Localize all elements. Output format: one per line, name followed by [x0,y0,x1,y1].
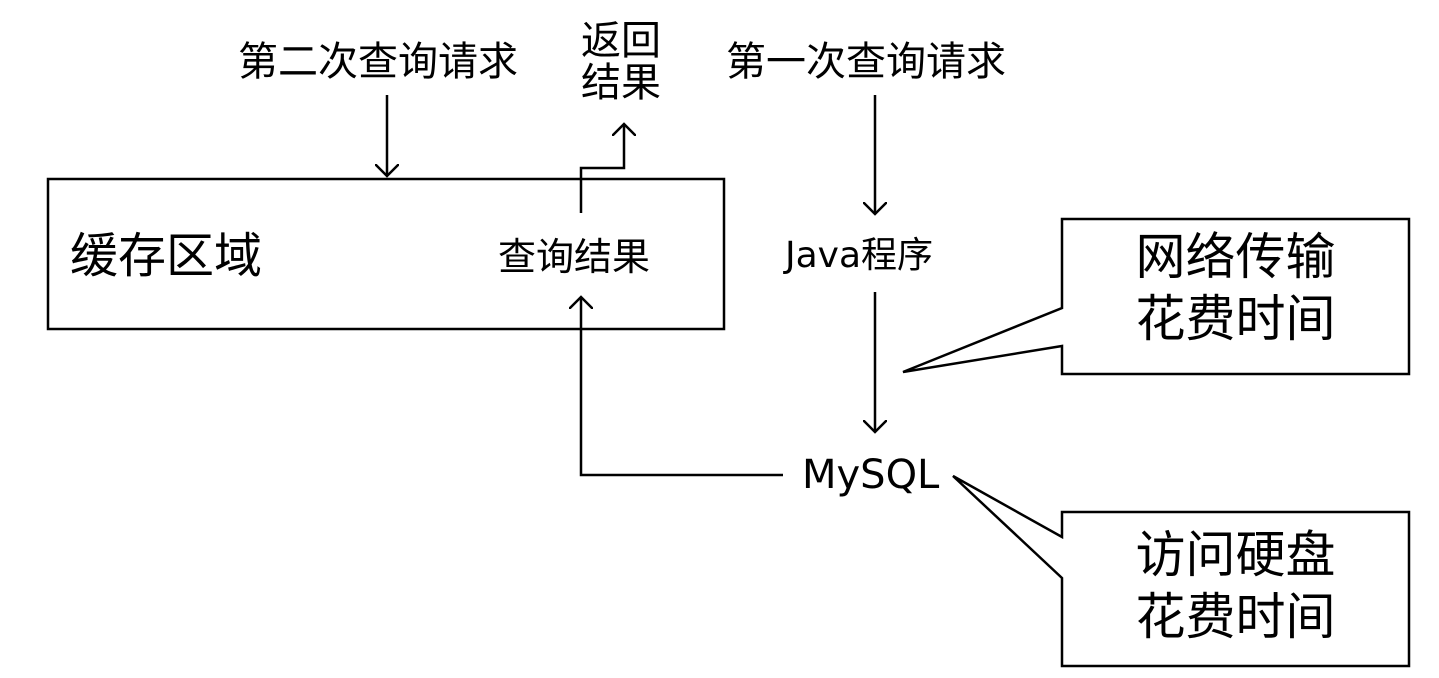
java-program-label: Java程序 [785,235,934,276]
second-query-label: 第二次查询请求 [238,39,518,85]
mysql-to-cache-arrow [581,297,783,477]
return-result-arrow [579,124,624,213]
disk-callout-line-1: 访问硬盘 [1135,526,1336,584]
return-result-line-1: 返回 [581,18,661,64]
first-query-label: 第一次查询请求 [726,39,1006,85]
network-callout-line-1: 网络传输 [1135,228,1336,286]
network-callout-line-2: 花费时间 [1135,290,1336,348]
return-result-line-2: 结果 [581,60,661,106]
disk-callout-text: 访问硬盘 花费时间 [1062,524,1409,648]
return-result-label: 返回 结果 [581,20,661,104]
disk-callout-line-2: 花费时间 [1135,588,1336,646]
query-result-label: 查询结果 [498,235,651,279]
network-callout-text: 网络传输 花费时间 [1062,226,1409,350]
cache-area-label: 缓存区域 [70,228,263,284]
mysql-label: MySQL [802,452,940,498]
